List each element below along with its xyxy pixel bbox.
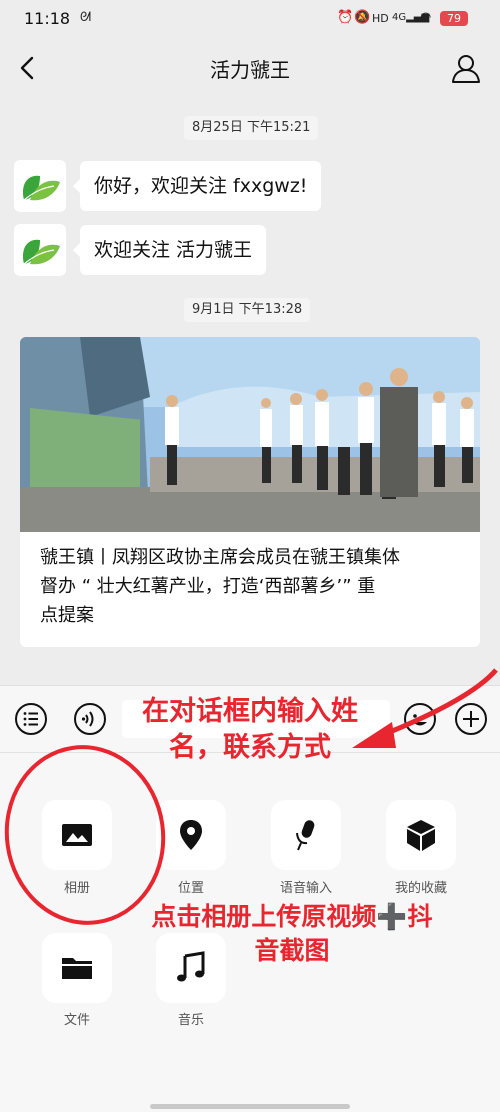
file-button[interactable] xyxy=(42,933,112,1003)
article-cover-image xyxy=(20,337,480,532)
voice-input-label: 语音输入 xyxy=(279,881,332,896)
album-annotation: 点击相册上传原视频➕抖 音截图 xyxy=(112,900,472,968)
article-title-line: 点提案 xyxy=(40,605,94,626)
location-label: 位置 xyxy=(177,881,204,896)
leaf-logo-icon xyxy=(22,175,60,201)
input-annotation-line: 名，联系方式 xyxy=(169,732,331,763)
album-icon xyxy=(62,824,92,846)
hd-icon: HD xyxy=(372,12,389,25)
location-button[interactable] xyxy=(156,800,226,870)
input-annotation-line: 在对话框内输入姓 xyxy=(142,696,358,727)
leaf-logo-icon xyxy=(22,239,60,265)
emoji-icon[interactable] xyxy=(403,702,437,736)
album-annotation-line: 点击相册上传原视频➕抖 xyxy=(151,902,433,931)
plus-icon[interactable] xyxy=(454,702,488,736)
article-title-line: 虢王镇丨凤翔区政协主席会成员在虢王镇集体 xyxy=(40,547,400,568)
article-card[interactable]: 虢王镇丨凤翔区政协主席会成员在虢王镇集体 督办 “ 壮大红薯产业，打造‘西部薯乡… xyxy=(20,337,480,647)
mute-icon: 🔕 xyxy=(354,10,371,25)
album-button[interactable] xyxy=(42,800,112,870)
favorites-icon xyxy=(407,820,435,851)
alarm-icon: ⏰ xyxy=(337,10,354,25)
timestamp: 9月1日 下午13:28 xyxy=(184,298,311,322)
voice-input-button[interactable] xyxy=(271,800,341,870)
home-indicator[interactable] xyxy=(150,1104,350,1109)
microphone-icon xyxy=(296,820,315,851)
favorites-label: 我的收藏 xyxy=(394,881,447,896)
chat-area[interactable]: 8月25日 下午15:21 你好，欢迎关注 fxxgwz! 欢迎关注 活力虢王 … xyxy=(0,100,500,685)
chat-notification-icon: ᘛ xyxy=(80,10,92,25)
article-title-line: 督办 “ 壮大红薯产业，打造‘西部薯乡’” 重 xyxy=(40,576,376,597)
music-label: 音乐 xyxy=(177,1013,204,1028)
timestamp: 8月25日 下午15:21 xyxy=(184,116,319,140)
voice-icon[interactable] xyxy=(73,702,107,736)
page-title: 活力虢王 xyxy=(210,58,290,82)
battery-icon: 79 xyxy=(440,11,468,26)
status-bar: 11:18 ᘛ ⏰ 🔕 HD 4G▂▄▆ ◠ 79 xyxy=(0,0,500,36)
official-account-avatar[interactable] xyxy=(14,160,66,212)
menu-icon[interactable] xyxy=(14,702,48,736)
nav-bar: 活力虢王 xyxy=(0,36,500,100)
article-title: 虢王镇丨凤翔区政协主席会成员在虢王镇集体 督办 “ 壮大红薯产业，打造‘西部薯乡… xyxy=(40,543,464,630)
album-label: 相册 xyxy=(63,881,90,896)
message-bubble[interactable]: 你好，欢迎关注 fxxgwz! xyxy=(72,161,322,211)
file-label: 文件 xyxy=(63,1013,90,1028)
official-account-avatar[interactable] xyxy=(14,224,66,276)
status-time: 11:18 xyxy=(24,9,71,28)
wifi-icon: ◠ xyxy=(420,10,432,25)
input-annotation: 在对话框内输入姓 名，联系方式 xyxy=(115,694,385,766)
profile-icon[interactable] xyxy=(450,52,482,84)
favorites-button[interactable] xyxy=(386,800,456,870)
album-annotation-line: 音截图 xyxy=(254,936,330,965)
message-bubble[interactable]: 欢迎关注 活力虢王 xyxy=(72,225,267,275)
location-icon xyxy=(180,820,202,850)
folder-icon xyxy=(62,958,92,979)
